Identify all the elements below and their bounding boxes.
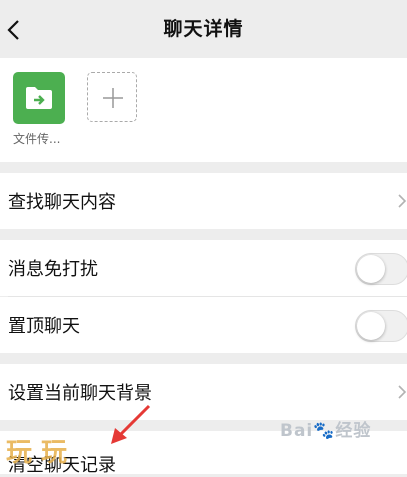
search-chat-history-row[interactable]: 查找聊天内容 [0,173,407,229]
page-title: 聊天详情 [163,18,244,40]
pin-toggle[interactable] [355,310,407,342]
member-grid: 文件传... [0,58,407,162]
row-label: 消息免打扰 [8,259,98,280]
plus-icon [103,88,123,108]
top-bar: 聊天详情 [0,0,407,58]
member-name: 文件传... [13,132,61,146]
mute-toggle[interactable] [355,253,407,285]
pin-chat-row: 置顶聊天 [0,297,407,353]
annotation-arrow-icon [111,404,151,444]
mute-notifications-row: 消息免打扰 [0,240,407,296]
chevron-right-icon [397,193,407,213]
avatar[interactable] [13,72,65,124]
folder-icon [26,87,52,109]
chevron-right-icon [397,384,407,404]
member-file-transfer[interactable]: 文件传... [13,72,69,147]
watermark-logo: 玩 玩 [6,438,68,468]
row-label: 置顶聊天 [8,316,80,337]
row-label: 查找聊天内容 [8,192,116,213]
set-chat-background-row[interactable]: 设置当前聊天背景 [0,364,407,420]
toggle-knob [357,312,385,340]
add-member-button[interactable] [87,72,137,122]
baidu-watermark: Bai🐾经验 [280,421,372,441]
toggle-knob [357,255,385,283]
